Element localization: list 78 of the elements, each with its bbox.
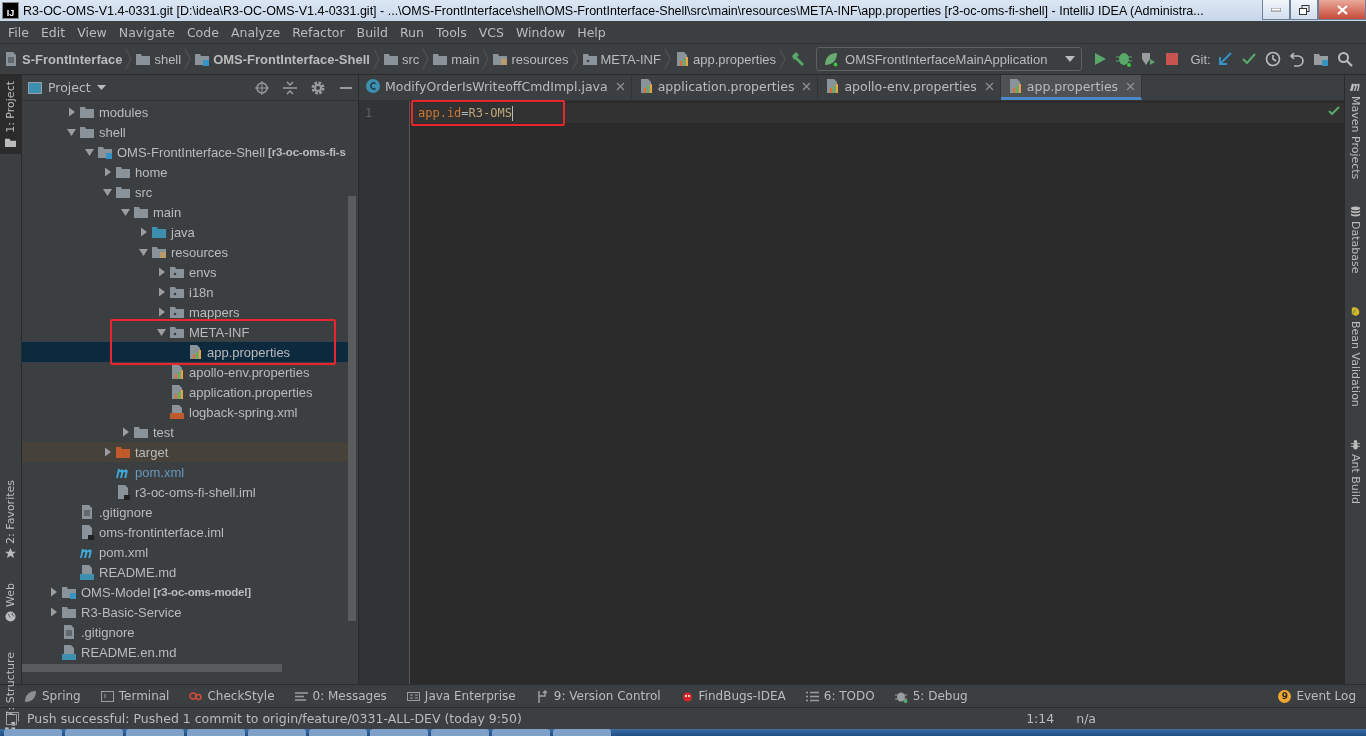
tree-item[interactable]: main: [22, 202, 348, 222]
tree-item[interactable]: OMS-FrontInterface-Shell [r3-oc-oms-fi-s: [22, 142, 348, 162]
menu-item[interactable]: Run: [394, 24, 430, 40]
breadcrumb-item[interactable]: OMS-FrontInterface-Shell: [191, 51, 373, 67]
tree-item[interactable]: README.en.md: [22, 642, 348, 662]
tree-item[interactable]: home: [22, 162, 348, 182]
menu-item[interactable]: Code: [180, 24, 225, 40]
menu-item[interactable]: Edit: [34, 24, 72, 40]
tree-item[interactable]: envs: [22, 262, 348, 282]
editor-tab[interactable]: ModifyOrderIsWriteoffCmdImpl.java: [359, 75, 632, 100]
tree-item[interactable]: application.properties: [22, 382, 348, 402]
window-title: R3-OC-OMS-V1.4-0331.git [D:\idea\R3-OC-OMS-V1.4-0331.git] - ...\OMS-FrontInterface\shell\OMS-FrontInterface-Shell\src\main\resources\META-INF\app.properties [r3-oc-oms-fi-shell] - IntelliJ IDEA (Administra...: [23, 3, 1204, 18]
editor-tab[interactable]: apollo-env.properties: [818, 75, 1001, 100]
tree-item[interactable]: README.md: [22, 562, 348, 582]
menu-item[interactable]: Help: [571, 24, 612, 40]
tree-item[interactable]: META-INF: [22, 322, 348, 342]
breadcrumb-item[interactable]: resources: [489, 51, 572, 67]
tool-window-button[interactable]: Bean Validation: [1345, 299, 1366, 413]
tool-window-button[interactable]: Spring: [24, 689, 81, 703]
breadcrumb-item[interactable]: src: [379, 51, 423, 67]
tree-item[interactable]: shell: [22, 122, 348, 142]
tool-window-button[interactable]: 6: TODO: [805, 689, 875, 703]
tool-window-button[interactable]: 5: Debug: [894, 689, 968, 703]
breadcrumb-item[interactable]: app.properties: [670, 51, 780, 67]
menu-item[interactable]: Refactor: [286, 24, 351, 40]
tree-item[interactable]: test: [22, 422, 348, 442]
tree-item[interactable]: logback-spring.xml: [22, 402, 348, 422]
tool-window-button[interactable]: Ant Build: [1345, 432, 1366, 510]
editor-tab[interactable]: application.properties: [631, 75, 819, 100]
tree-item[interactable]: mappers: [22, 302, 348, 322]
breadcrumb-item[interactable]: META-INF: [578, 51, 664, 67]
tree-item[interactable]: pom.xml: [22, 542, 348, 562]
tree-item[interactable]: R3-Basic-Service: [22, 602, 348, 622]
menu-item[interactable]: Navigate: [112, 24, 181, 40]
caret-position[interactable]: 1:14: [1026, 711, 1055, 726]
tree-item[interactable]: r3-oc-oms-fi-shell.iml: [22, 482, 348, 502]
tool-window-button[interactable]: 9: Version Control: [535, 689, 661, 703]
tree-item[interactable]: .gitignore: [22, 622, 348, 642]
encoding[interactable]: n/a: [1076, 711, 1096, 726]
tool-window-button[interactable]: Maven Projects: [1345, 75, 1366, 186]
menu-item[interactable]: Window: [510, 24, 572, 40]
menu-item[interactable]: View: [71, 24, 113, 40]
tree-item[interactable]: apollo-env.properties: [22, 362, 348, 382]
tree-item[interactable]: resources: [22, 242, 348, 262]
app-logo: IJ: [2, 2, 19, 19]
event-log-button[interactable]: 9 Event Log: [1278, 689, 1356, 703]
tree-item[interactable]: java: [22, 222, 348, 242]
status-message: Push successful: Pushed 1 commit to origin/feature/0331-ALL-DEV (today 9:50): [27, 711, 522, 726]
tree-item[interactable]: pom.xml: [22, 462, 348, 482]
tool-window-button[interactable]: Java Enterprise: [406, 689, 516, 703]
editor-tab[interactable]: app.properties: [1000, 75, 1143, 100]
tool-window-button[interactable]: FindBugs-IDEA: [680, 689, 786, 703]
tree-item[interactable]: i18n: [22, 282, 348, 302]
tool-window-button[interactable]: 0: Messages: [294, 689, 387, 703]
breadcrumb-item[interactable]: main: [429, 51, 483, 67]
tree-item[interactable]: oms-frontinterface.iml: [22, 522, 348, 542]
tool-window-button[interactable]: Database: [1345, 200, 1366, 280]
tree-item[interactable]: src: [22, 182, 348, 202]
tool-window-button[interactable]: CheckStyle: [189, 689, 275, 703]
git-label: Git:: [1190, 51, 1211, 67]
menu-item[interactable]: File: [2, 24, 35, 40]
tree-item[interactable]: app.properties: [22, 342, 348, 362]
breadcrumb-item[interactable]: S-FrontInterface: [0, 51, 126, 67]
tree-item[interactable]: target: [22, 442, 348, 462]
breadcrumb-item[interactable]: shell: [132, 51, 185, 67]
tree-item[interactable]: modules: [22, 102, 348, 122]
tree-item[interactable]: OMS-Model [r3-oc-oms-model]: [22, 582, 348, 602]
tool-window-button[interactable]: Terminal: [100, 689, 170, 703]
tool-window-button[interactable]: 2: Favorites: [0, 473, 21, 565]
menu-item[interactable]: Analyze: [224, 24, 287, 40]
tree-item[interactable]: .gitignore: [22, 502, 348, 522]
project-view-dropdown[interactable]: Project: [28, 80, 106, 95]
menu-item[interactable]: Build: [350, 24, 394, 40]
tool-window-button[interactable]: Web: [0, 576, 21, 628]
run-configuration-dropdown[interactable]: OMSFrontInterfaceMainApplication: [816, 47, 1083, 71]
menu-item[interactable]: VCS: [472, 24, 510, 40]
tool-window-button[interactable]: 1: Project: [0, 75, 21, 154]
menu-item[interactable]: Tools: [429, 24, 473, 40]
